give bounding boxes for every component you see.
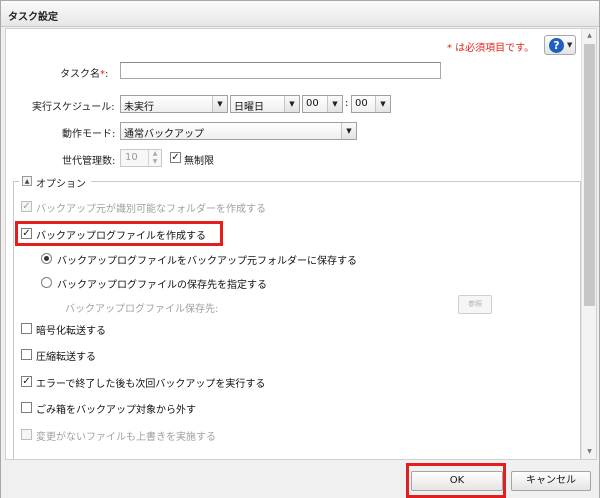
continue-on-error-label: エラーで終了した後も次回バックアップを実行する bbox=[36, 379, 266, 390]
dialog-footer: OK キャンセル bbox=[1, 461, 599, 498]
encrypt-checkbox[interactable] bbox=[21, 323, 32, 334]
exclude-trash-label: ごみ箱をバックアップ対象から外す bbox=[36, 405, 196, 416]
dialog-title: タスク設定 bbox=[8, 12, 58, 23]
options-legend[interactable]: ▲ オプション bbox=[19, 175, 91, 190]
chevron-down-icon: ▼ bbox=[375, 96, 390, 112]
chevron-down-icon: ▼ bbox=[567, 41, 573, 49]
unlimited-checkbox[interactable]: ✓ bbox=[170, 152, 181, 163]
vertical-scrollbar[interactable]: ▲ ▼ bbox=[581, 29, 596, 459]
exclude-trash-checkbox[interactable] bbox=[21, 402, 32, 413]
scrollbar-thumb[interactable] bbox=[584, 44, 595, 306]
overwrite-unchanged-label: 変更がないファイルも上書きを実施する bbox=[36, 432, 216, 443]
generations-stepper[interactable]: 10 ▲ ▼ bbox=[120, 149, 162, 167]
required-fields-note: * は必須項目です。 bbox=[447, 43, 535, 54]
encrypt-label: 暗号化転送する bbox=[36, 326, 106, 337]
time-separator: : bbox=[345, 98, 349, 109]
options-legend-label: オプション bbox=[36, 179, 86, 190]
scroll-up-icon[interactable]: ▲ bbox=[582, 29, 596, 43]
question-icon: ? bbox=[549, 38, 564, 53]
per-source-folder-label: バックアップ元が識別可能なフォルダーを作成する bbox=[36, 204, 266, 215]
per-source-folder-checkbox[interactable]: ✓ bbox=[21, 201, 32, 212]
schedule-weekday-select[interactable]: 日曜日 ▼ bbox=[230, 95, 300, 113]
overwrite-unchanged-checkbox[interactable] bbox=[21, 429, 32, 440]
log-dest-label: バックアップログファイル保存先: bbox=[65, 304, 219, 315]
dialog-title-bar: タスク設定 bbox=[1, 1, 599, 27]
chevron-down-icon: ▼ bbox=[212, 96, 227, 112]
create-log-highlight bbox=[15, 221, 223, 246]
unlimited-label: 無制限 bbox=[184, 156, 214, 167]
collapse-icon[interactable]: ▲ bbox=[22, 176, 32, 186]
log-to-source-radio[interactable] bbox=[41, 253, 52, 264]
continue-on-error-checkbox[interactable]: ✓ bbox=[21, 376, 32, 387]
generations-label: 世代管理数: bbox=[62, 156, 116, 167]
log-specify-dest-label: バックアップログファイルの保存先を指定する bbox=[57, 280, 267, 291]
spin-up-icon[interactable]: ▲ bbox=[148, 150, 161, 158]
schedule-label: 実行スケジュール: bbox=[32, 102, 115, 113]
dialog-body: * は必須項目です。 ? ▼ タスク名*: 実行スケジュール: 未実行 ▼ 日曜… bbox=[5, 28, 597, 460]
radio-selected-dot bbox=[44, 256, 49, 261]
schedule-minute-select[interactable]: 00 ▼ bbox=[351, 95, 391, 113]
compress-checkbox[interactable] bbox=[21, 349, 32, 360]
schedule-hour-select[interactable]: 00 ▼ bbox=[302, 95, 343, 113]
ok-button-highlight bbox=[406, 463, 506, 498]
scroll-down-icon[interactable]: ▼ bbox=[582, 445, 596, 459]
spin-down-icon[interactable]: ▼ bbox=[148, 158, 161, 166]
mode-label: 動作モード: bbox=[62, 129, 116, 140]
compress-label: 圧縮転送する bbox=[36, 352, 96, 363]
task-name-input[interactable] bbox=[120, 62, 441, 79]
log-specify-dest-radio[interactable] bbox=[41, 277, 52, 288]
task-name-label: タスク名*: bbox=[60, 69, 109, 80]
chevron-down-icon: ▼ bbox=[284, 96, 299, 112]
chevron-down-icon: ▼ bbox=[327, 96, 342, 112]
chevron-down-icon: ▼ bbox=[341, 123, 356, 139]
help-button[interactable]: ? ▼ bbox=[544, 35, 576, 55]
log-to-source-label: バックアップログファイルをバックアップ元フォルダーに保存する bbox=[57, 256, 357, 267]
mode-select[interactable]: 通常バックアップ ▼ bbox=[120, 122, 357, 140]
cancel-button[interactable]: キャンセル bbox=[511, 471, 591, 491]
browse-button[interactable]: 参照 bbox=[458, 295, 492, 314]
schedule-frequency-select[interactable]: 未実行 ▼ bbox=[120, 95, 228, 113]
task-settings-dialog: タスク設定 * は必須項目です。 ? ▼ タスク名*: 実行スケジュール: 未実… bbox=[0, 0, 600, 498]
